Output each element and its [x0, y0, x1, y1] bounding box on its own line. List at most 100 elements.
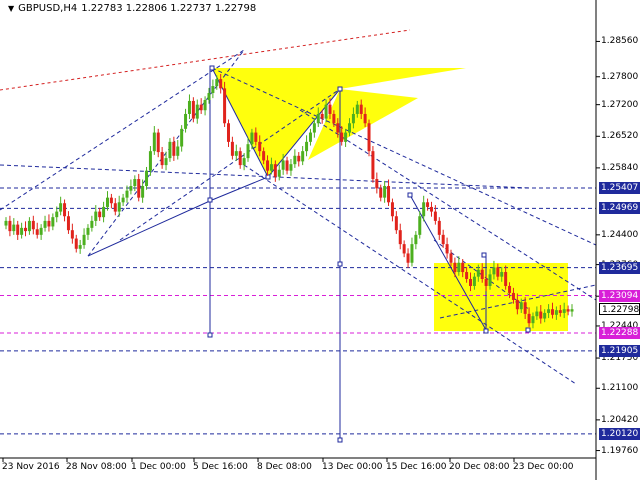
- candle-body: [355, 104, 359, 114]
- price-tick-label: 1.27200: [601, 99, 639, 110]
- candle-body: [63, 203, 67, 217]
- candle-body: [336, 123, 340, 133]
- candle-body: [511, 292, 515, 300]
- candle-body: [387, 186, 391, 203]
- candle-body: [383, 186, 387, 198]
- price-level-label: 1.22288: [599, 327, 640, 340]
- candle-body: [180, 128, 184, 147]
- candle-body: [230, 141, 234, 156]
- candle-body: [269, 164, 273, 171]
- candle-body: [363, 113, 367, 124]
- time-axis-label: 23 Dec 00:00: [513, 462, 574, 472]
- candle-body: [390, 202, 394, 217]
- candle-body: [316, 113, 320, 124]
- candle-body: [207, 93, 211, 101]
- anchor-point-0: [209, 65, 215, 71]
- candle-body: [234, 151, 238, 156]
- anchor-point-6: [481, 252, 487, 258]
- candle-body: [39, 227, 43, 235]
- channel-line-a: [0, 49, 245, 211]
- candle-body: [433, 211, 437, 221]
- candle-body: [35, 229, 39, 235]
- candle-body: [480, 269, 484, 280]
- candle-body: [476, 269, 480, 277]
- price-tick-label: 1.28560: [601, 36, 639, 47]
- candle-body: [145, 170, 149, 187]
- collapse-arrow-icon[interactable]: ▼: [8, 4, 14, 13]
- candle-body: [406, 253, 410, 263]
- symbol-label: GBPUSD,H4: [18, 3, 78, 14]
- price-level-label: 1.24969: [599, 202, 640, 215]
- chart-title: ▼ GBPUSD,H4 1.22783 1.22806 1.22737 1.22…: [8, 3, 256, 14]
- candle-body: [102, 206, 106, 218]
- candle-body: [566, 309, 570, 312]
- candle-body: [94, 211, 98, 221]
- candle-body: [457, 262, 461, 273]
- candle-body: [375, 179, 379, 189]
- candle-body: [12, 224, 16, 232]
- candle-body: [301, 151, 305, 162]
- candle-body: [508, 285, 512, 293]
- candle-body: [379, 188, 383, 198]
- candle-body: [504, 272, 508, 286]
- candle-body: [320, 113, 324, 119]
- candle-body: [289, 164, 293, 171]
- candle-body: [496, 267, 500, 277]
- anchor-point-10: [525, 327, 531, 333]
- candle-body: [156, 132, 160, 153]
- time-axis-label: 15 Dec 16:00: [386, 462, 447, 472]
- candle-body: [519, 302, 523, 310]
- time-axis-label: 23 Nov 2016: [2, 462, 60, 472]
- candle-body: [554, 310, 558, 315]
- candle-body: [70, 230, 74, 239]
- candle-body: [262, 151, 266, 161]
- candle-body: [191, 100, 195, 119]
- candle-body: [550, 309, 554, 315]
- candle-body: [203, 100, 207, 111]
- candle-body: [90, 220, 94, 228]
- candle-body: [273, 164, 277, 177]
- chart-canvas[interactable]: [0, 0, 640, 480]
- candle-body: [527, 313, 531, 324]
- candle-body: [484, 279, 488, 286]
- candle-body: [148, 151, 152, 171]
- candle-body: [137, 179, 141, 198]
- candle-body: [488, 274, 492, 286]
- candle-body: [453, 262, 457, 273]
- candle-body: [152, 132, 156, 152]
- time-axis-label: 1 Dec 00:00: [131, 462, 186, 472]
- candle-body: [351, 113, 355, 124]
- price-level-label: 1.25407: [599, 182, 640, 195]
- candle-body: [437, 220, 441, 235]
- candle-body: [531, 316, 535, 324]
- candle-body: [109, 197, 113, 204]
- candle-body: [293, 155, 297, 165]
- candle-body: [281, 160, 285, 170]
- candle-body: [344, 132, 348, 142]
- candle-body: [324, 104, 328, 119]
- chart-window[interactable]: ▼ GBPUSD,H4 1.22783 1.22806 1.22737 1.22…: [0, 0, 640, 480]
- candle-body: [66, 216, 70, 231]
- anchor-point-5: [407, 192, 413, 198]
- candle-body: [184, 113, 188, 129]
- candle-body: [125, 190, 129, 198]
- candle-body: [215, 79, 219, 87]
- candle-body: [4, 220, 8, 226]
- price-level-label: 1.21905: [599, 344, 640, 357]
- candle-body: [308, 132, 312, 142]
- candle-body: [340, 132, 344, 142]
- candle-body: [133, 179, 137, 187]
- price-level-label: 1.23094: [599, 289, 640, 302]
- candle-body: [74, 238, 78, 249]
- candle-body: [418, 216, 422, 235]
- price-tick-label: 1.24400: [601, 229, 639, 240]
- candle-body: [332, 113, 336, 124]
- candle-body: [219, 79, 223, 89]
- candle-body: [121, 197, 125, 203]
- candle-body: [515, 299, 519, 310]
- candle-body: [27, 220, 31, 232]
- price-level-label: 1.20120: [599, 427, 640, 440]
- candle-body: [187, 100, 191, 114]
- candle-body: [160, 152, 164, 166]
- candle-body: [402, 244, 406, 254]
